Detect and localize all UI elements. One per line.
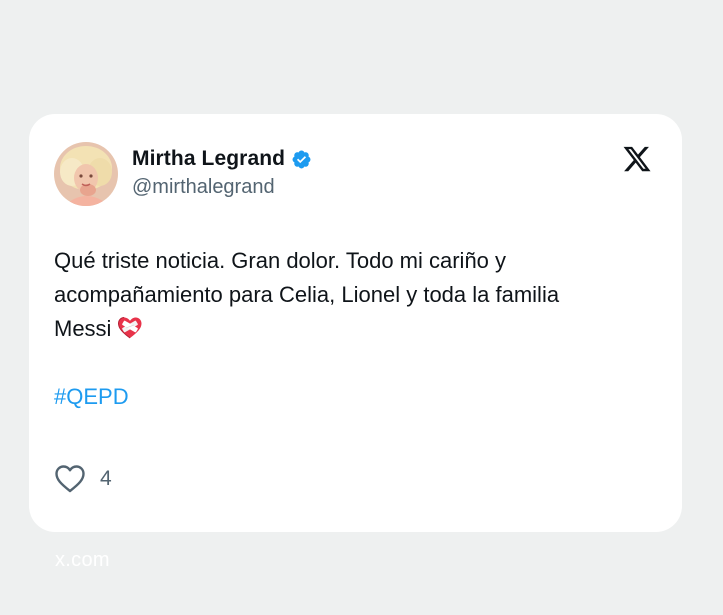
tweet-text-line-last: Messi — [54, 312, 654, 346]
author-handle[interactable]: @mirthalegrand — [132, 176, 275, 199]
heart-outline-icon[interactable] — [54, 464, 86, 494]
author-display-name[interactable]: Mirtha Legrand — [132, 147, 285, 171]
tweet-text: Qué triste noticia. Gran dolor. Todo mi … — [54, 244, 654, 346]
tweet-text-line: Messi — [54, 316, 112, 341]
x-logo-icon[interactable] — [622, 144, 652, 174]
source-watermark: x.com — [55, 549, 110, 571]
mending-heart-emoji — [117, 316, 143, 340]
hashtag-link[interactable]: #QEPD — [54, 384, 129, 410]
verified-badge-icon — [291, 149, 312, 170]
avatar[interactable] — [54, 142, 118, 206]
tweet-text-line: Qué triste noticia. Gran dolor. Todo mi … — [54, 248, 507, 273]
author-name-row: Mirtha Legrand — [132, 147, 312, 171]
like-count: 4 — [100, 467, 112, 490]
tweet-text-line: acompañamiento para Celia, Lionel y toda… — [54, 282, 560, 307]
like-button[interactable]: 4 — [54, 464, 112, 494]
avatar-image — [54, 142, 118, 206]
tweet-card: Mirtha Legrand @mirthalegrand Qué triste… — [29, 114, 682, 532]
